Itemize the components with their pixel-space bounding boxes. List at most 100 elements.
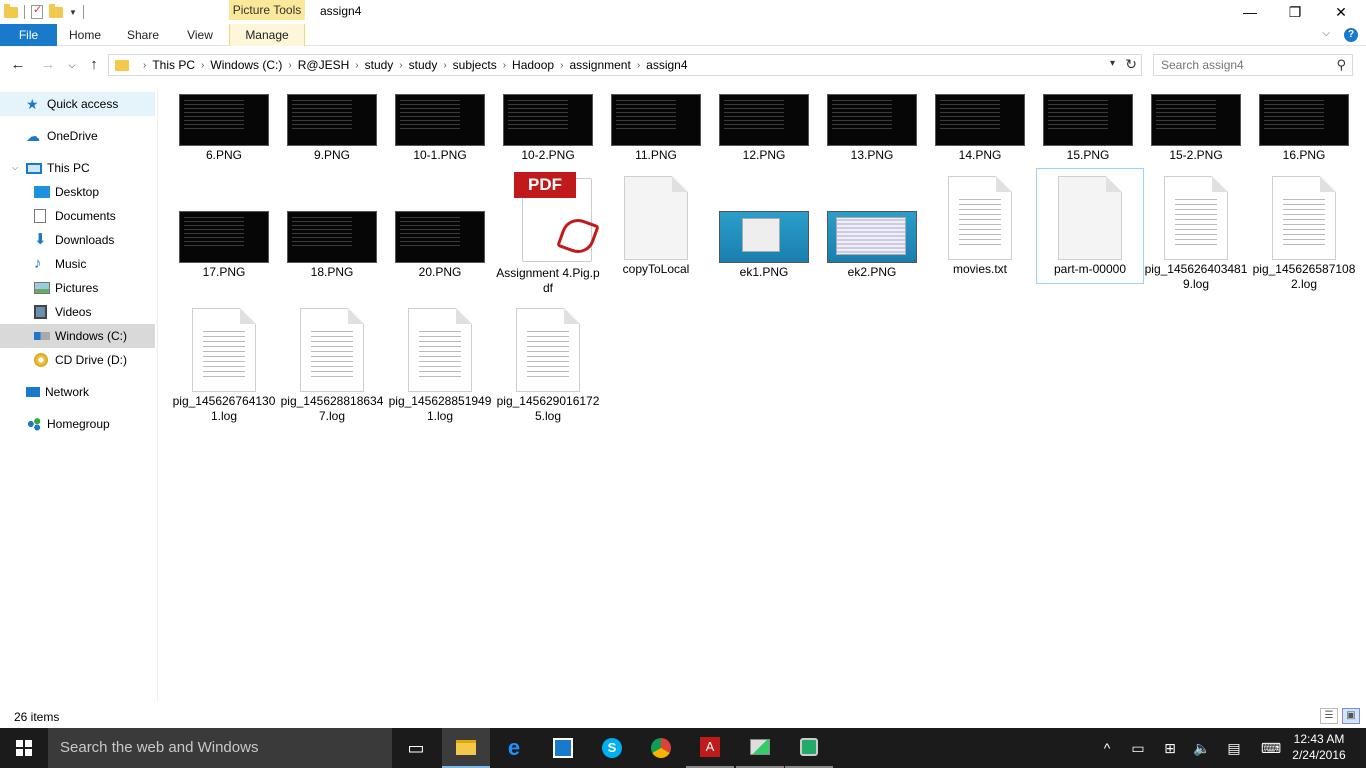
breadcrumb[interactable]: R@JESH	[298, 58, 350, 72]
edge-icon[interactable]: e	[490, 728, 538, 768]
store-icon[interactable]	[539, 728, 587, 768]
network-icon[interactable]: ⊞	[1161, 739, 1179, 757]
file-item[interactable]: 10-1.PNG	[386, 94, 494, 163]
customize-toolbar-icon[interactable]: ▼	[69, 8, 77, 17]
chevron-right-icon[interactable]: ›	[143, 60, 146, 71]
chevron-right-icon[interactable]: ›	[288, 60, 291, 71]
forward-arrow-icon[interactable]: →	[38, 54, 58, 76]
sidebar-item-videos[interactable]: Videos	[0, 300, 155, 324]
sidebar-item-this-pc[interactable]: ⌵ This PC	[0, 156, 155, 180]
file-item[interactable]: copyToLocal	[602, 176, 710, 277]
sidebar-item-quick-access[interactable]: ★ Quick access	[0, 92, 155, 116]
breadcrumb[interactable]: assign4	[646, 58, 687, 72]
file-item[interactable]: pig_1456288186347.log	[278, 308, 386, 424]
sidebar-item-desktop[interactable]: Desktop	[0, 180, 155, 204]
file-item[interactable]: PDF Assignment 4.Pig.pdf	[494, 172, 602, 296]
expand-ribbon-icon[interactable]: ⌵	[1322, 28, 1330, 42]
file-item[interactable]: part-m-00000	[1036, 168, 1144, 284]
chrome-icon[interactable]	[637, 728, 685, 768]
recent-locations-icon[interactable]: ⌵	[62, 54, 82, 76]
chevron-right-icon[interactable]: ›	[355, 60, 358, 71]
tab-manage[interactable]: Manage	[229, 24, 305, 46]
skype-icon[interactable]: S	[588, 728, 636, 768]
breadcrumb[interactable]: study	[365, 58, 394, 72]
folder-icon[interactable]	[4, 3, 18, 18]
properties-icon[interactable]	[31, 3, 43, 19]
battery-icon[interactable]: ▭	[1129, 739, 1147, 757]
file-item[interactable]: 17.PNG	[170, 211, 278, 280]
chevron-right-icon[interactable]: ›	[201, 60, 204, 71]
clock[interactable]: 12:43 AM 2/24/2016	[1288, 731, 1350, 763]
breadcrumb[interactable]: Hadoop	[512, 58, 554, 72]
network-app-icon[interactable]	[736, 728, 784, 768]
sidebar-item-cd-drive[interactable]: CD Drive (D:)	[0, 348, 155, 372]
breadcrumb[interactable]: assignment	[569, 58, 630, 72]
back-arrow-icon[interactable]: ←	[8, 54, 28, 76]
file-item[interactable]: 16.PNG	[1250, 94, 1358, 163]
chevron-right-icon[interactable]: ›	[637, 60, 640, 71]
file-item[interactable]: 15-2.PNG	[1142, 94, 1250, 163]
show-hidden-icons-icon[interactable]: ^	[1098, 739, 1116, 757]
file-item[interactable]: 6.PNG	[170, 94, 278, 163]
sidebar-item-windows-c[interactable]: Windows (C:)	[0, 324, 155, 348]
up-arrow-icon[interactable]: ↑	[84, 54, 104, 76]
taskbar-search[interactable]: Search the web and Windows	[48, 728, 392, 768]
sidebar-item-music[interactable]: ♪ Music	[0, 252, 155, 276]
file-item[interactable]: 20.PNG	[386, 211, 494, 280]
file-item[interactable]: 12.PNG	[710, 94, 818, 163]
chevron-right-icon[interactable]: ›	[560, 60, 563, 71]
lock-app-icon[interactable]	[785, 728, 833, 768]
minimize-button[interactable]: —	[1227, 0, 1273, 24]
sidebar-item-onedrive[interactable]: ☁ OneDrive	[0, 124, 155, 148]
address-bar[interactable]: › This PC › Windows (C:) › R@JESH › stud…	[108, 54, 1142, 76]
file-item[interactable]: ek2.PNG	[818, 211, 926, 280]
refresh-icon[interactable]: ↻	[1125, 56, 1137, 73]
large-icons-view-icon[interactable]: ▣	[1342, 708, 1360, 724]
chevron-right-icon[interactable]: ›	[443, 60, 446, 71]
file-item[interactable]: pig_1456267641301.log	[170, 308, 278, 424]
sidebar-item-homegroup[interactable]: Homegroup	[0, 412, 155, 436]
tab-share[interactable]: Share	[120, 24, 166, 46]
breadcrumb[interactable]: subjects	[453, 58, 497, 72]
search-input[interactable]	[1161, 58, 1331, 72]
file-item[interactable]: pig_1456265871082.log	[1250, 176, 1358, 292]
file-item[interactable]: 14.PNG	[926, 94, 1034, 163]
task-view-icon[interactable]: ▭	[392, 728, 440, 768]
chevron-right-icon[interactable]: ›	[503, 60, 506, 71]
address-dropdown-icon[interactable]: ▾	[1110, 58, 1115, 69]
maximize-button[interactable]: ❐	[1272, 0, 1318, 24]
help-icon[interactable]: ?	[1344, 28, 1358, 42]
details-view-icon[interactable]: ☰	[1320, 708, 1338, 724]
search-box[interactable]: ⚲	[1153, 54, 1353, 76]
file-item[interactable]: 11.PNG	[602, 94, 710, 163]
action-center-icon[interactable]: ▤	[1225, 739, 1243, 757]
file-explorer-icon[interactable]	[442, 728, 490, 768]
file-item[interactable]: ek1.PNG	[710, 211, 818, 280]
acrobat-icon[interactable]: A	[686, 728, 734, 768]
volume-icon[interactable]: 🔈	[1193, 739, 1211, 757]
file-item[interactable]: 10-2.PNG	[494, 94, 602, 163]
file-item[interactable]: 15.PNG	[1034, 94, 1142, 163]
breadcrumb[interactable]: This PC	[152, 58, 195, 72]
tab-file[interactable]: File	[0, 24, 57, 46]
file-item[interactable]: pig_1456264034819.log	[1142, 176, 1250, 292]
close-button[interactable]: ✕	[1318, 0, 1364, 24]
sidebar-item-documents[interactable]: Documents	[0, 204, 155, 228]
tab-view[interactable]: View	[177, 24, 223, 46]
keyboard-icon[interactable]: ⌨	[1259, 739, 1283, 757]
start-button[interactable]	[0, 728, 48, 768]
sidebar-item-network[interactable]: Network	[0, 380, 155, 404]
file-item[interactable]: pig_1456288519491.log	[386, 308, 494, 424]
chevron-down-icon[interactable]: ⌵	[12, 163, 26, 173]
file-item[interactable]: movies.txt	[926, 176, 1034, 277]
file-item[interactable]: 18.PNG	[278, 211, 386, 280]
breadcrumb[interactable]: study	[409, 58, 438, 72]
new-folder-icon[interactable]	[49, 3, 63, 18]
sidebar-item-downloads[interactable]: ⬇ Downloads	[0, 228, 155, 252]
search-icon[interactable]: ⚲	[1336, 57, 1346, 73]
file-item[interactable]: 13.PNG	[818, 94, 926, 163]
file-item[interactable]: 9.PNG	[278, 94, 386, 163]
breadcrumb[interactable]: Windows (C:)	[210, 58, 282, 72]
tab-home[interactable]: Home	[62, 24, 108, 46]
file-item[interactable]: pig_1456290161725.log	[494, 308, 602, 424]
